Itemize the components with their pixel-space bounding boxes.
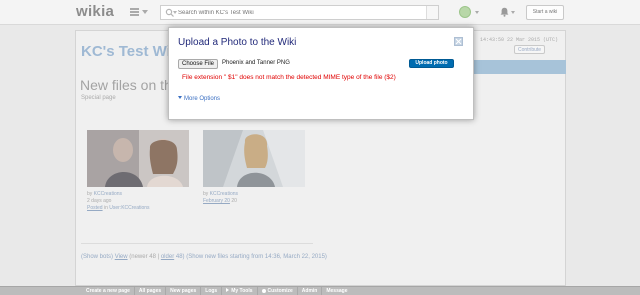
wikia-logo[interactable]: wikia: [76, 3, 114, 20]
show-new-files-link[interactable]: 48) (Show new files starting from 14:36,…: [174, 254, 327, 260]
modal-title: Upload a Photo to the Wiki: [178, 37, 297, 48]
file-thumbnail[interactable]: [87, 130, 189, 187]
upload-photo-modal: Upload a Photo to the Wiki Choose File P…: [168, 27, 474, 120]
chevron-right-icon: [226, 288, 230, 292]
toolbar-new-pages[interactable]: New pages: [165, 287, 200, 295]
toolbar-all-pages[interactable]: All pages: [133, 287, 165, 295]
chevron-down-icon: [178, 96, 182, 99]
error-message: File extension " $1" does not match the …: [182, 74, 396, 81]
page-title: New files on th: [80, 77, 172, 93]
toolbar-create-page[interactable]: Create a new page: [82, 287, 134, 295]
toolbar-customize[interactable]: Customize: [256, 287, 297, 295]
bottom-toolbar: Create a new page All pages New pages Lo…: [0, 286, 640, 295]
choose-file-button[interactable]: Choose File: [178, 59, 218, 69]
chevron-down-icon[interactable]: [173, 11, 177, 14]
posted-link[interactable]: Posted: [87, 205, 103, 211]
file-user-link[interactable]: KCCreations: [210, 191, 238, 197]
toolbar-my-tools[interactable]: My Tools: [221, 287, 256, 295]
file-age: 2 days ago: [87, 198, 112, 204]
toolbar-logs[interactable]: Logs: [200, 287, 221, 295]
divider: [81, 243, 313, 244]
chevron-down-icon[interactable]: [511, 11, 515, 14]
selected-file-name: Phoenix and Tanner PNG: [222, 60, 290, 66]
pagination: (Show bots) View (newer 48 | older 48) (…: [81, 254, 327, 260]
chevron-down-icon[interactable]: [475, 11, 479, 14]
page-subtitle: Special page: [81, 95, 116, 101]
search-input[interactable]: [178, 7, 418, 18]
file-date-link[interactable]: February 20: [203, 198, 230, 204]
upload-photo-button[interactable]: Upload photo: [409, 59, 454, 68]
file-caption: by KCCreations February 20 20: [203, 191, 239, 204]
timestamp: 14:43:50 22 Mar 2015 (UTC): [480, 37, 559, 43]
avatar[interactable]: [459, 6, 471, 18]
toolbar-message[interactable]: Message: [321, 287, 351, 295]
toolbar-admin[interactable]: Admin: [296, 287, 322, 295]
gear-icon: [261, 288, 266, 293]
wiki-title[interactable]: KC's Test Wi: [81, 43, 171, 60]
global-nav: wikia Start a wiki: [0, 0, 640, 25]
show-bots-link[interactable]: (Show bots): [81, 254, 115, 260]
file-user-link[interactable]: KCCreations: [94, 191, 122, 197]
older-link[interactable]: older: [161, 254, 174, 260]
wiki-nav-bar: [474, 60, 566, 74]
menu-icon[interactable]: [130, 7, 150, 18]
search-box: [160, 5, 439, 20]
more-options-toggle[interactable]: More Options: [178, 96, 220, 102]
close-icon[interactable]: [454, 37, 463, 46]
file-thumbnail[interactable]: [203, 130, 305, 187]
file-caption: by KCCreations 2 days ago Posted in User…: [87, 191, 150, 211]
view-link[interactable]: View: [115, 254, 128, 260]
contribute-label: Contribute: [518, 47, 542, 53]
search-submit-button[interactable]: [426, 6, 438, 19]
contribute-button[interactable]: Contribute: [514, 45, 546, 54]
start-a-wiki-button[interactable]: Start a wiki: [526, 5, 564, 20]
file-location-link[interactable]: User:KCCreations: [109, 205, 149, 211]
more-options-label: More Options: [184, 96, 221, 102]
bell-icon[interactable]: [500, 7, 509, 17]
